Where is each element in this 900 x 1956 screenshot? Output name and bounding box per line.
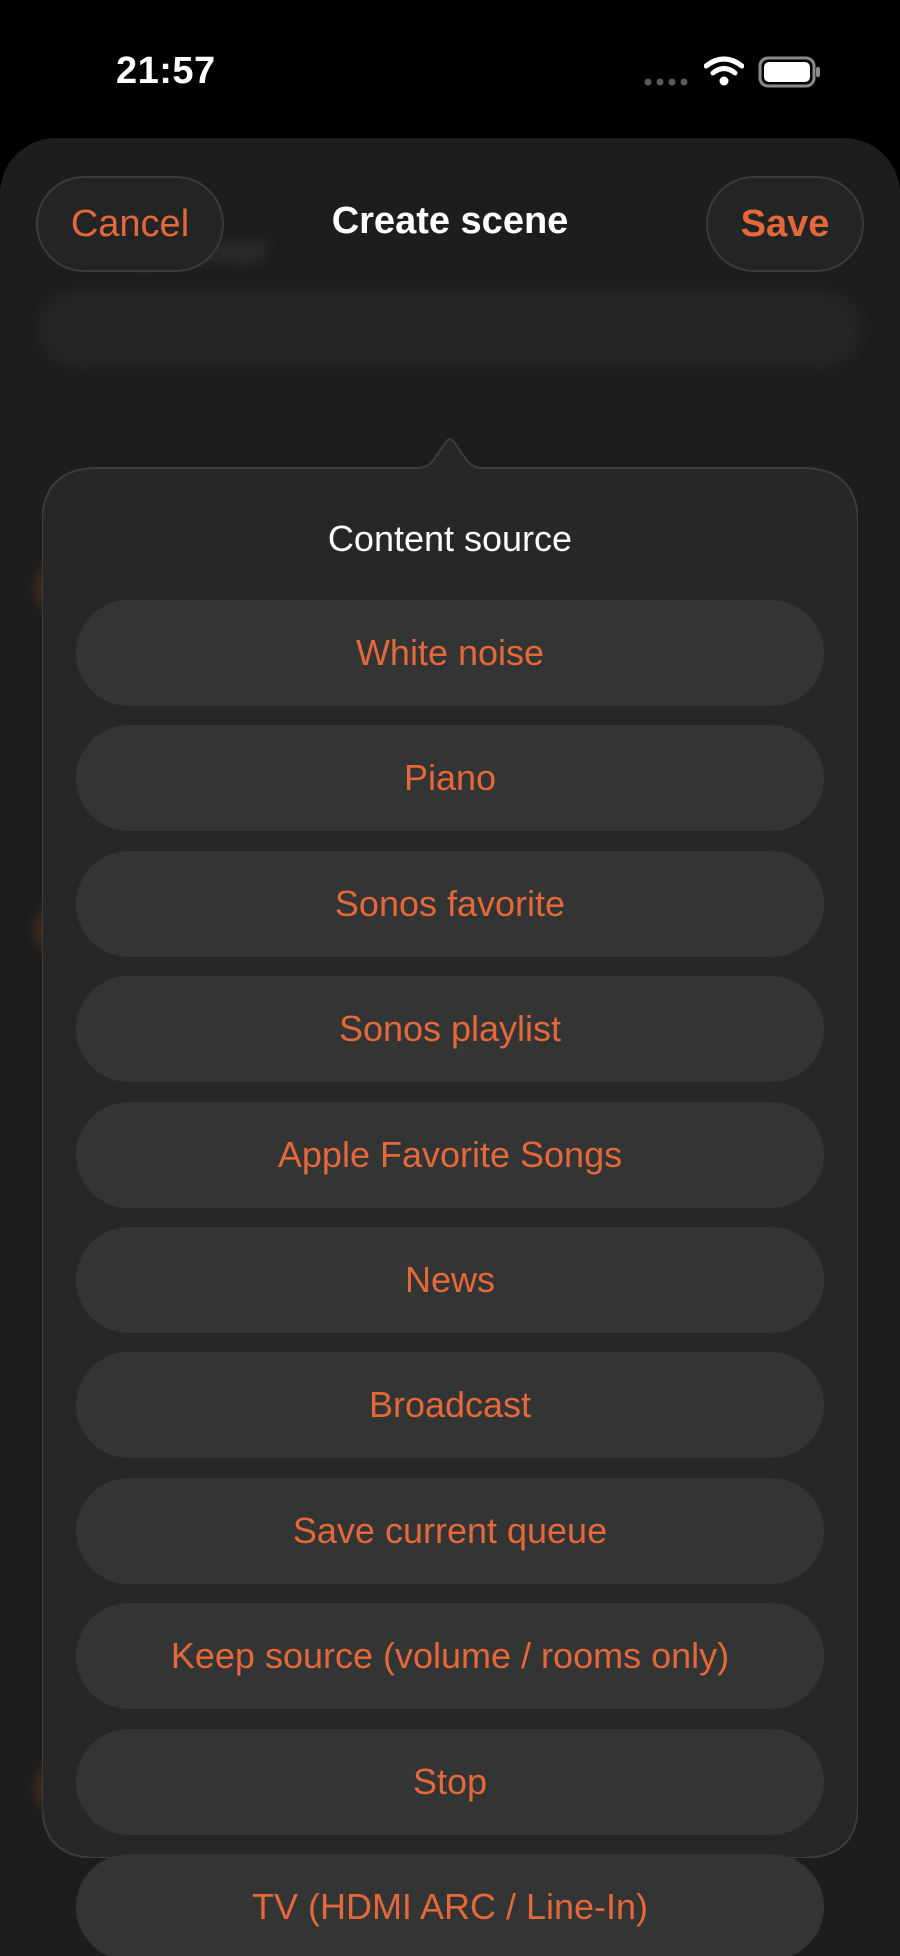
option-apple-favorite-songs[interactable]: Apple Favorite Songs: [76, 1101, 824, 1208]
sheet-title: Create scene: [331, 200, 569, 242]
content-source-popover: Content source White noise Piano Sonos f…: [42, 328, 858, 1956]
battery-icon: [758, 56, 820, 88]
option-news[interactable]: News: [76, 1226, 824, 1333]
cellular-signal-icon: [644, 78, 688, 86]
option-white-noise[interactable]: White noise: [76, 600, 824, 706]
save-button[interactable]: Save: [706, 176, 864, 272]
status-bar: 21:57: [0, 0, 900, 130]
content-source-options: White noise Piano Sonos favorite Sonos p…: [76, 600, 824, 1956]
cancel-button[interactable]: Cancel: [36, 176, 224, 272]
option-sonos-favorite[interactable]: Sonos favorite: [76, 850, 824, 957]
option-keep-source[interactable]: Keep source (volume / rooms only): [76, 1603, 824, 1710]
option-stop[interactable]: Stop: [76, 1728, 824, 1835]
status-time: 21:57: [116, 50, 216, 92]
create-scene-sheet: Sleep timer Cancel Create scene Save Con…: [0, 138, 900, 1956]
popover-title: Content source: [327, 518, 573, 559]
option-piano[interactable]: Piano: [76, 725, 824, 832]
wifi-icon: [704, 56, 744, 86]
option-tv-hdmi-arc[interactable]: TV (HDMI ARC / Line-In): [76, 1853, 824, 1956]
option-save-current-queue[interactable]: Save current queue: [76, 1477, 824, 1584]
option-sonos-playlist[interactable]: Sonos playlist: [76, 976, 824, 1083]
option-broadcast[interactable]: Broadcast: [76, 1352, 824, 1459]
